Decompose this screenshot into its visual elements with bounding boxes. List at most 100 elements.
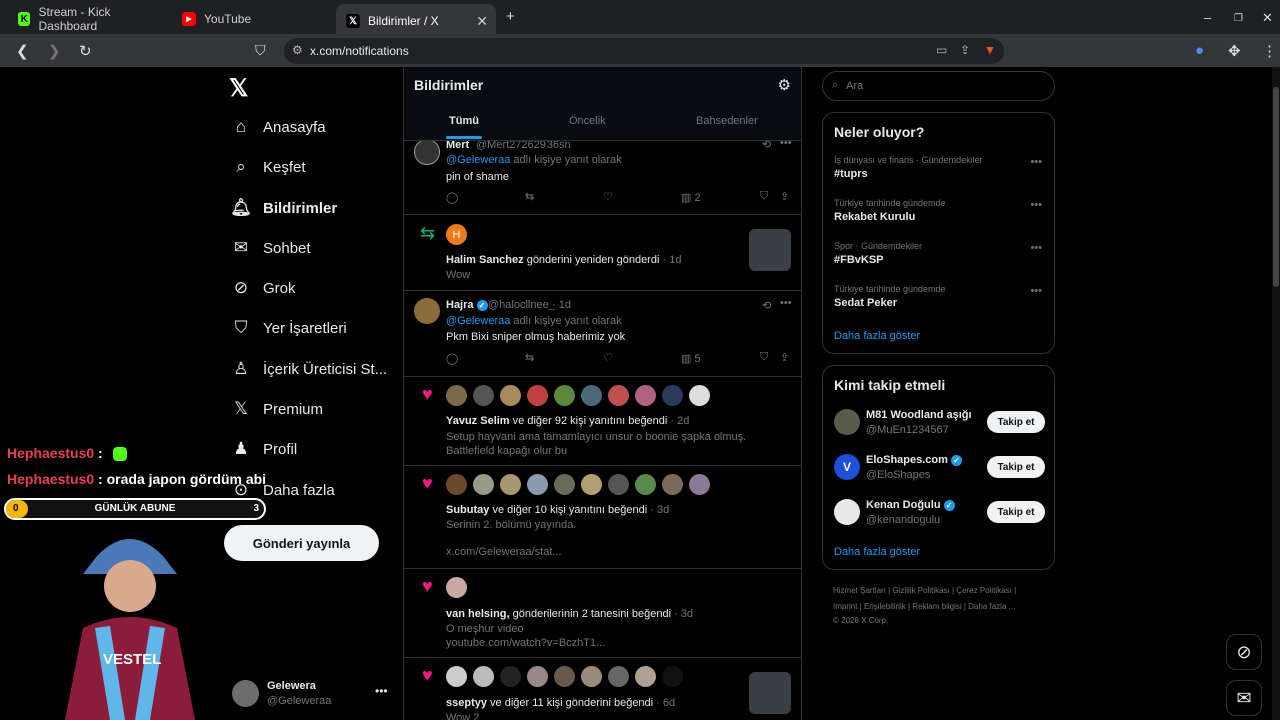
extensions-puzzle-icon[interactable]: ✥ xyxy=(1228,42,1241,60)
avatar[interactable] xyxy=(554,666,575,687)
avatar[interactable] xyxy=(446,577,467,598)
share-icon[interactable]: ⇪ xyxy=(780,351,789,364)
extension-icon[interactable]: ● xyxy=(1195,42,1204,59)
follow-button[interactable]: Takip et xyxy=(987,411,1045,433)
minimize-icon[interactable]: – xyxy=(1204,10,1211,25)
site-info-icon[interactable]: ⚙ xyxy=(292,43,303,57)
nav-grok[interactable]: ⊘ Grok xyxy=(230,272,296,304)
notification-like[interactable]: ♥ Subutay ve diğer 10 kişi yanıtını beğe… xyxy=(404,466,801,569)
notification-like[interactable]: ♥ sseptyy ve diğer 11 kişi gönderini beğ… xyxy=(404,658,801,720)
share-icon[interactable]: ⇪ xyxy=(780,190,789,203)
footer-links[interactable]: Imprint | Erişilebilirlik | Reklam bilgi… xyxy=(833,602,1015,611)
more-icon[interactable]: ••• xyxy=(1030,242,1042,254)
tab-youtube[interactable]: ▶ YouTube xyxy=(172,6,332,32)
who-show-more-link[interactable]: Daha fazla göster xyxy=(834,546,920,558)
like-icon[interactable]: ♡ xyxy=(603,351,613,364)
avatar[interactable] xyxy=(473,474,494,495)
avatar[interactable] xyxy=(608,666,629,687)
browser-menu-icon[interactable]: ⋮ xyxy=(1262,42,1277,60)
trends-show-more-link[interactable]: Daha fazla göster xyxy=(834,330,920,342)
avatar[interactable] xyxy=(473,666,494,687)
post-thumbnail[interactable] xyxy=(749,229,791,271)
follow-button[interactable]: Takip et xyxy=(987,456,1045,478)
avatar[interactable] xyxy=(446,474,467,495)
tab-x-notifications[interactable]: 𝕏 Bildirimler / X ✕ xyxy=(336,4,496,38)
more-icon[interactable]: ••• xyxy=(1030,156,1042,168)
views-icon[interactable]: ▥ 5 xyxy=(681,352,701,365)
restore-icon[interactable]: ❐ xyxy=(1234,13,1243,24)
avatar[interactable] xyxy=(500,474,521,495)
post-link[interactable]: x.com/Geleweraa/stat... xyxy=(446,546,562,558)
avatar[interactable]: V xyxy=(834,454,860,480)
nav-notifications[interactable]: 🔔︎ Bildirimler xyxy=(230,192,337,224)
avatar[interactable] xyxy=(527,385,548,406)
more-icon[interactable]: ••• xyxy=(780,297,792,309)
actor-name[interactable]: van helsing, xyxy=(446,608,510,620)
avatar[interactable] xyxy=(527,666,548,687)
account-switcher[interactable]: Gelewera @Geleweraa ••• xyxy=(232,678,392,712)
repost-icon[interactable]: ⇆ xyxy=(525,351,534,364)
tab-mentions[interactable]: Bahsedenler xyxy=(696,115,758,127)
avatar[interactable] xyxy=(662,666,683,687)
close-window-icon[interactable]: ✕ xyxy=(1262,10,1273,26)
avatar[interactable] xyxy=(834,499,860,525)
avatar[interactable] xyxy=(500,666,521,687)
avatar[interactable] xyxy=(689,474,710,495)
notification-like[interactable]: ♥ Yavuz Selim ve diğer 92 kişi yanıtını … xyxy=(404,377,801,466)
grok-fab-icon[interactable]: ⊘ xyxy=(1226,634,1262,670)
avatar[interactable] xyxy=(662,474,683,495)
avatar[interactable] xyxy=(635,385,656,406)
notification-repost[interactable]: ⇆ H Halim Sanchez gönderini yeniden gönd… xyxy=(404,215,801,291)
avatar[interactable] xyxy=(581,474,602,495)
avatar[interactable] xyxy=(581,385,602,406)
notification-reply[interactable]: Hajra ✓ @halocllnee_ · 1d ⟲ ••• @Gelewera… xyxy=(404,291,801,377)
reply-icon[interactable]: ◯ xyxy=(446,191,458,204)
nav-creator-studio[interactable]: ♙ İçerik Üreticisi St... xyxy=(230,353,387,385)
avatar[interactable] xyxy=(527,474,548,495)
avatar[interactable] xyxy=(689,385,710,406)
reload-icon[interactable]: ↻ xyxy=(79,42,92,60)
avatar[interactable] xyxy=(473,385,494,406)
avatar[interactable] xyxy=(446,385,467,406)
repost-icon[interactable]: ⇆ xyxy=(525,190,534,203)
close-tab-icon[interactable]: ✕ xyxy=(476,13,488,30)
search-input[interactable]: ⌕ Ara xyxy=(822,71,1055,101)
grok-icon[interactable]: ⟲ xyxy=(762,299,771,312)
avatar[interactable] xyxy=(662,385,683,406)
forward-icon[interactable]: ❯ xyxy=(48,42,61,60)
footer-links[interactable]: Hizmet Şartları | Gizlilik Politikası | … xyxy=(833,586,1016,595)
avatar[interactable] xyxy=(554,474,575,495)
tab-priority[interactable]: Öncelik xyxy=(569,115,606,127)
messages-fab-icon[interactable]: ✉ xyxy=(1226,680,1262,716)
x-home-logo[interactable]: 𝕏 xyxy=(229,74,248,103)
notification-like[interactable]: ♥ van helsing, gönderilerinin 2 tanesini… xyxy=(404,569,801,658)
brave-shield-icon[interactable]: ▼ xyxy=(984,43,996,57)
bookmark-icon[interactable]: ⛉ xyxy=(760,351,768,364)
tab-all[interactable]: Tümü xyxy=(449,115,479,127)
nav-home[interactable]: ⌂ Anasayfa xyxy=(230,111,326,143)
post-button[interactable]: Gönderi yayınla xyxy=(224,525,379,561)
like-icon[interactable]: ♡ xyxy=(603,190,613,203)
scrollbar-thumb[interactable] xyxy=(1273,87,1279,287)
more-icon[interactable]: ••• xyxy=(1030,199,1042,211)
more-icon[interactable]: ••• xyxy=(375,684,388,698)
post-link[interactable]: youtube.com/watch?v=BczhT1... xyxy=(446,637,605,649)
actor-name[interactable]: sseptyy xyxy=(446,697,487,709)
actor-name[interactable]: Yavuz Selim xyxy=(446,415,510,427)
nav-chat[interactable]: ✉ Sohbet xyxy=(230,232,311,264)
avatar[interactable] xyxy=(635,474,656,495)
avatar[interactable] xyxy=(608,474,629,495)
bookmark-icon[interactable]: ⛉ xyxy=(760,190,768,203)
avatar[interactable] xyxy=(635,666,656,687)
tab-kick-dashboard[interactable]: K Stream - Kick Dashboard xyxy=(8,5,168,33)
bookmark-page-icon[interactable]: ⛉ xyxy=(255,42,266,59)
url-field[interactable]: ⚙ x.com/notifications ▭ ⇪ ▼ xyxy=(284,38,1004,64)
new-tab-icon[interactable]: + xyxy=(506,8,515,25)
nav-explore[interactable]: ⌕ Keşfet xyxy=(230,151,305,183)
avatar[interactable]: H xyxy=(446,224,467,245)
actor-name[interactable]: Halim Sanchez xyxy=(446,254,524,266)
nav-profile[interactable]: ♟ Profil xyxy=(230,433,297,465)
share-icon[interactable]: ⇪ xyxy=(960,43,970,57)
back-icon[interactable]: ❮ xyxy=(16,42,29,60)
avatar[interactable] xyxy=(581,666,602,687)
